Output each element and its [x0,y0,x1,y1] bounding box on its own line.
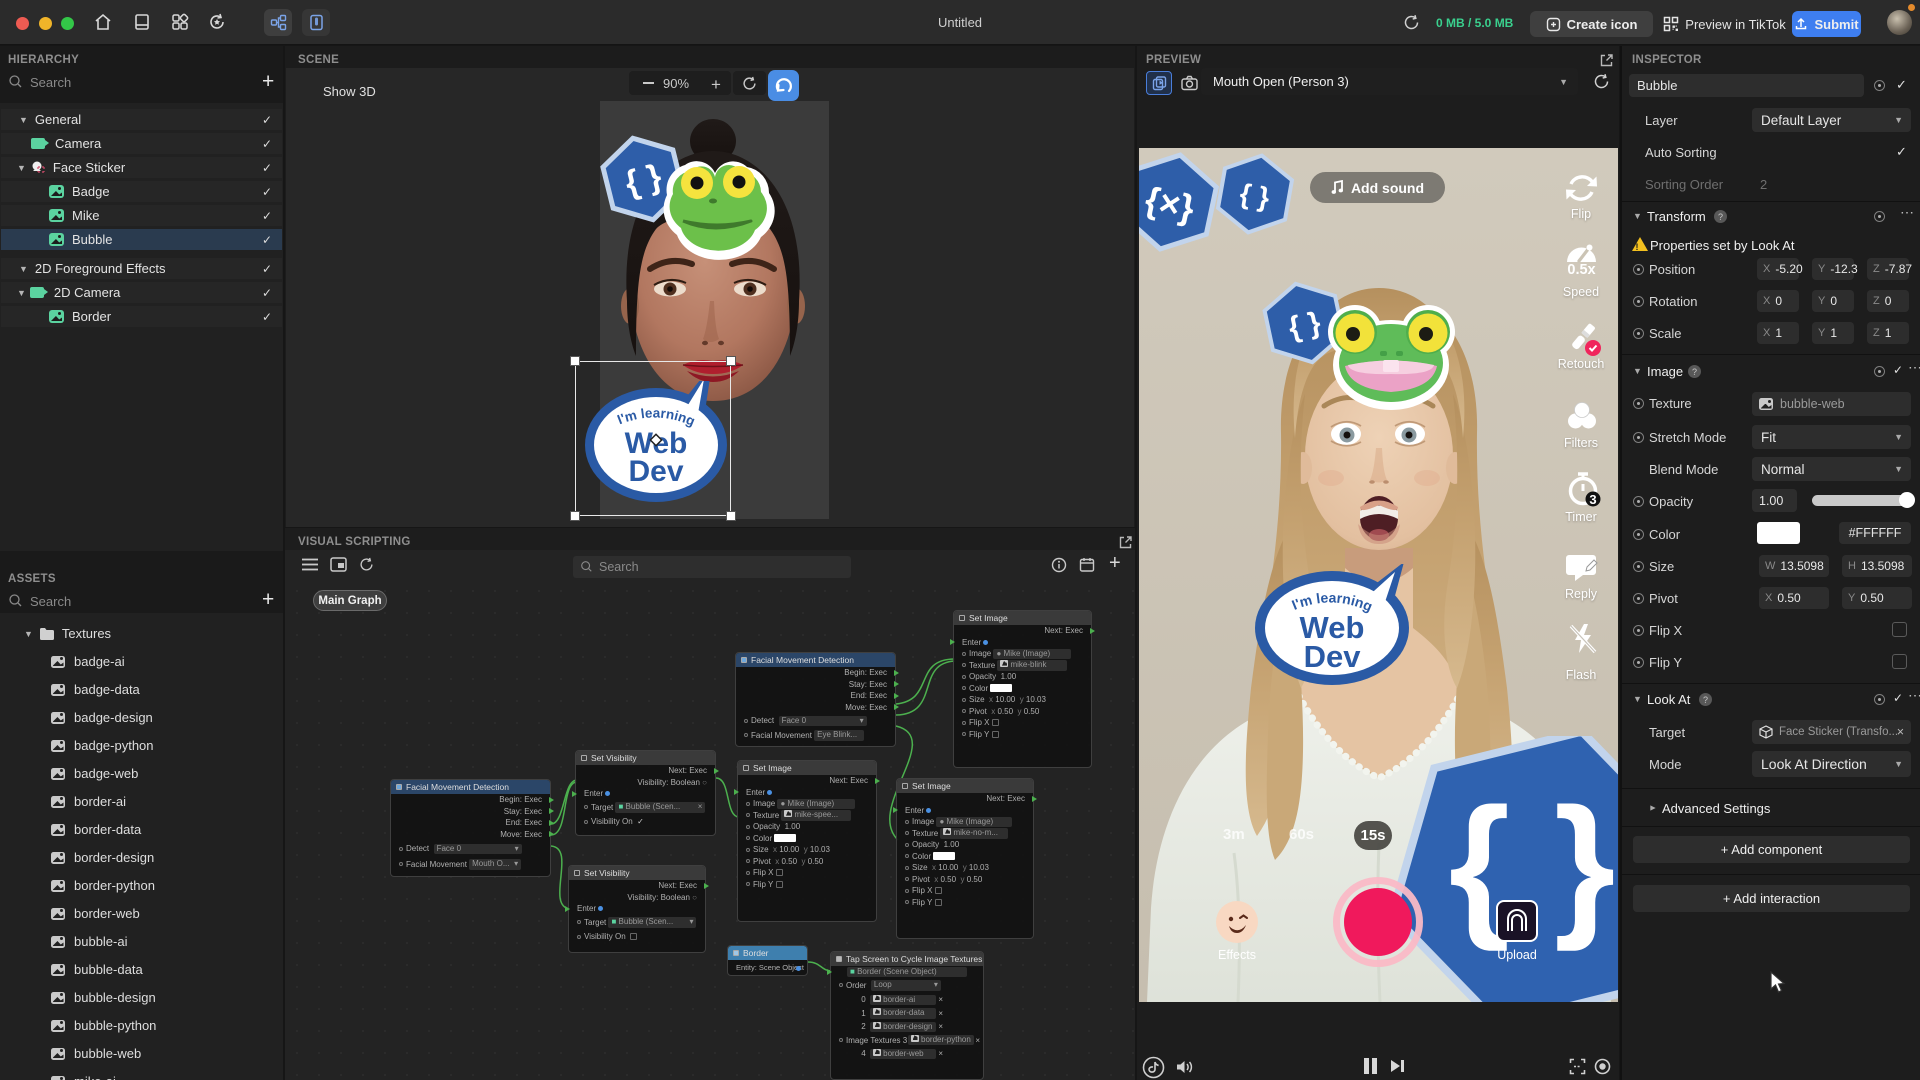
svg-text:Dev: Dev [1304,639,1362,674]
svg-text:Dev: Dev [628,455,683,488]
svg-text:0.5x: 0.5x [1567,262,1595,278]
svg-text:{ }: { } [1237,178,1272,214]
svg-text:3: 3 [1589,492,1596,507]
